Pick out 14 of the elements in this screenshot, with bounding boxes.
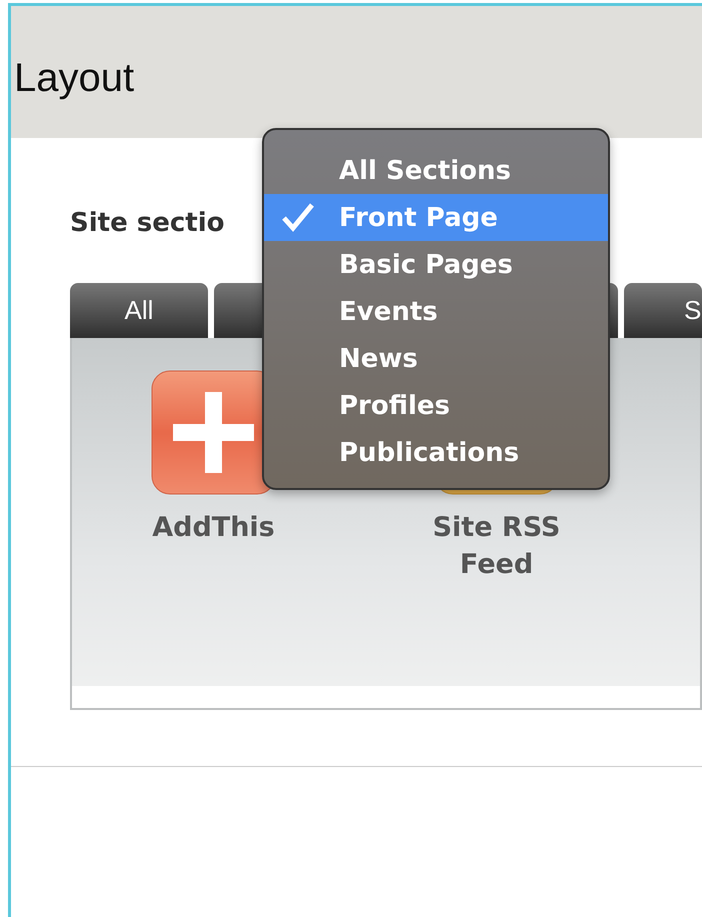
widget-label: Site RSS Feed xyxy=(432,511,562,582)
menu-item[interactable]: All Sections xyxy=(264,147,608,194)
widget-label: AddThis xyxy=(151,511,276,545)
section-label: Site sectio xyxy=(70,208,224,238)
checkmark-icon xyxy=(281,202,315,232)
menu-item[interactable]: Publications xyxy=(264,429,608,476)
tab[interactable]: S xyxy=(624,283,702,338)
page-title: Layout xyxy=(14,56,134,100)
menu-item[interactable]: Events xyxy=(264,288,608,335)
tab[interactable]: All xyxy=(70,283,208,338)
menu-item[interactable]: News xyxy=(264,335,608,382)
menu-item[interactable]: Front Page xyxy=(264,194,608,241)
menu-item[interactable]: Profiles xyxy=(264,382,608,429)
menu-item[interactable]: Basic Pages xyxy=(264,241,608,288)
